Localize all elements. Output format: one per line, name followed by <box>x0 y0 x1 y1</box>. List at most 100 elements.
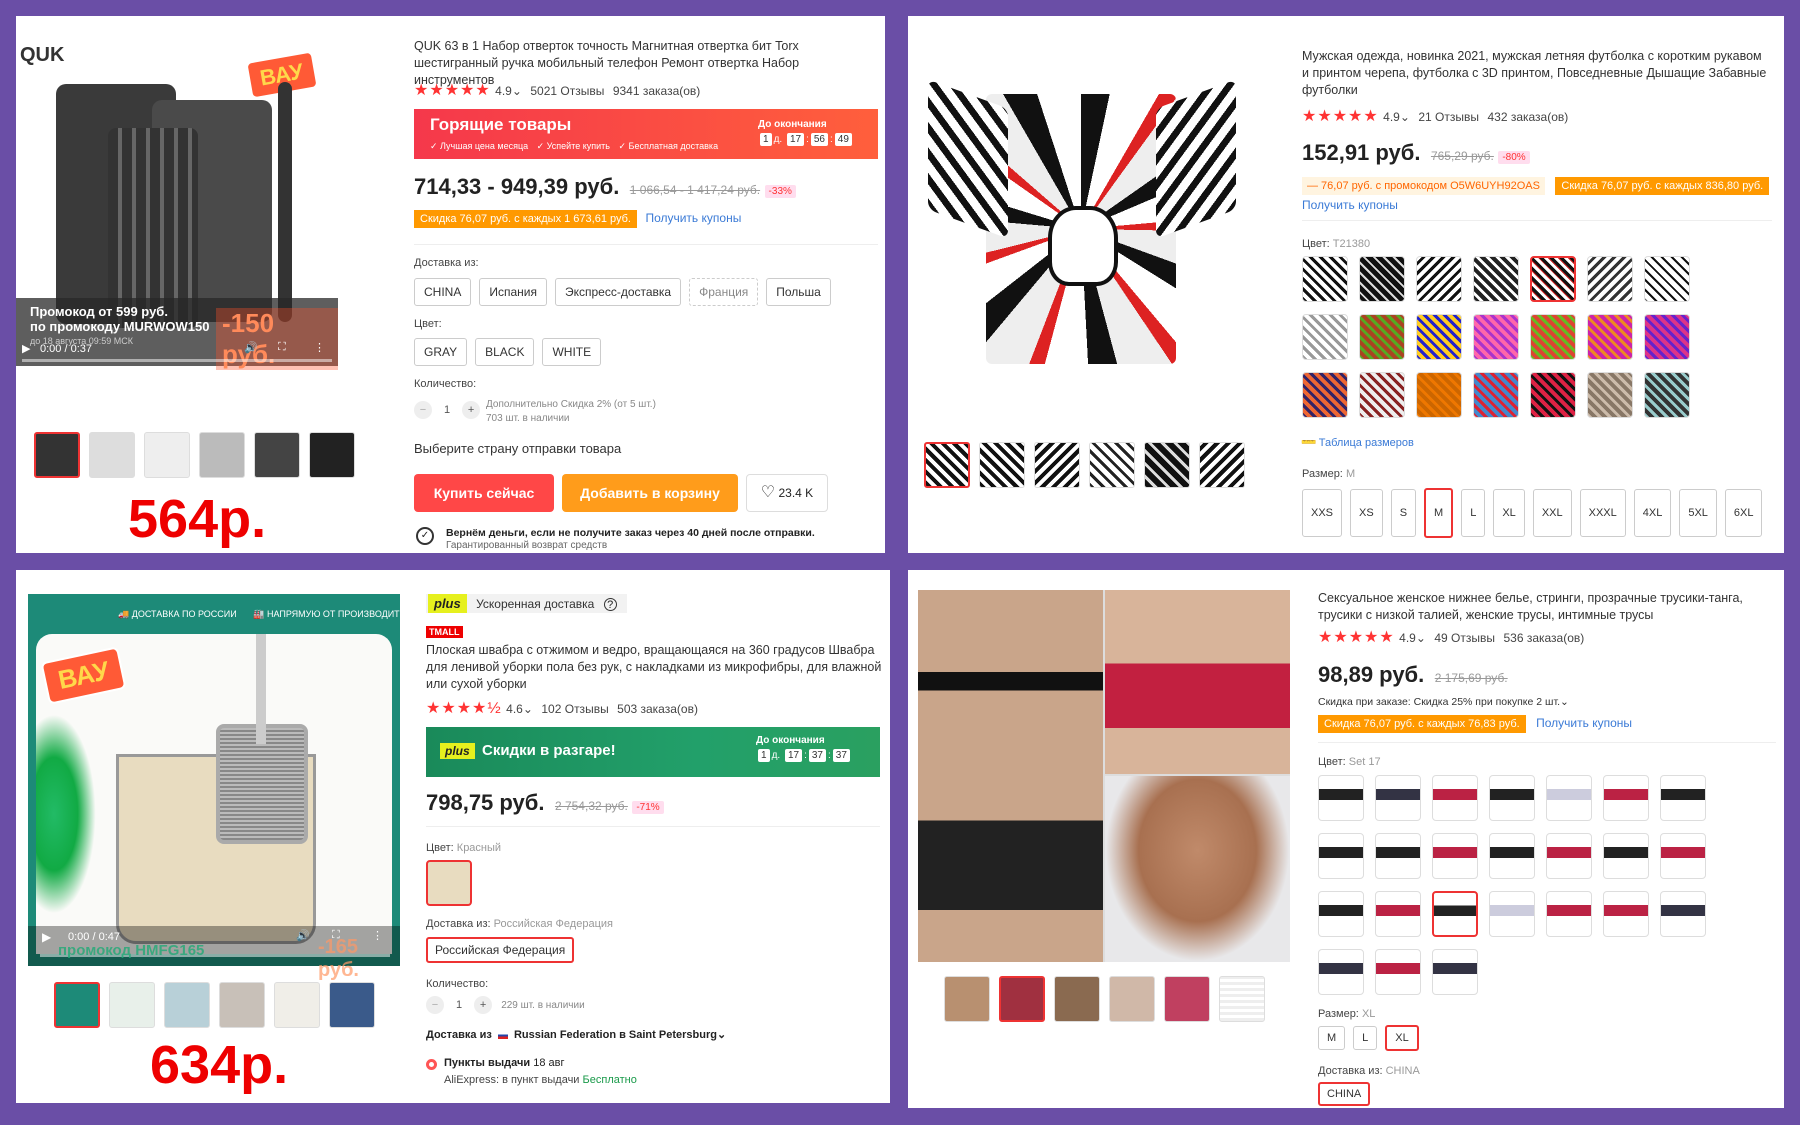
thumbnail[interactable] <box>1164 976 1210 1022</box>
color-swatch[interactable] <box>1302 256 1348 302</box>
pickup-radio-icon[interactable] <box>426 1059 437 1070</box>
get-coupons-link[interactable]: Получить купоны <box>645 211 741 225</box>
color-swatch[interactable] <box>1587 372 1633 418</box>
delivery-row[interactable]: Доставка из Russian Federation в Saint P… <box>426 1028 726 1041</box>
color-swatch[interactable] <box>1546 775 1592 821</box>
thumbnail[interactable] <box>979 442 1025 488</box>
color-swatch[interactable] <box>1302 314 1348 360</box>
color-swatch[interactable] <box>1530 314 1576 360</box>
thumbnail[interactable] <box>924 442 970 488</box>
color-swatch[interactable] <box>1359 256 1405 302</box>
color-swatch[interactable] <box>1473 372 1519 418</box>
help-icon[interactable]: ? <box>603 598 617 611</box>
play-icon[interactable]: ▶ <box>22 342 30 355</box>
color-swatch[interactable] <box>1302 372 1348 418</box>
color-swatch[interactable] <box>1416 372 1462 418</box>
color-swatch[interactable] <box>1432 949 1478 995</box>
size-option[interactable]: XL <box>1493 489 1525 537</box>
ship-option-spain[interactable]: Испания <box>479 278 547 306</box>
ship-option-express[interactable]: Экспресс-доставка <box>554 278 682 306</box>
color-swatch[interactable] <box>1660 775 1706 821</box>
color-swatch[interactable] <box>1644 372 1690 418</box>
rating-value[interactable]: 4.9 <box>1383 110 1400 124</box>
get-coupons-link[interactable]: Получить купоны <box>1302 198 1398 212</box>
volume-icon[interactable]: 🔊 <box>244 341 258 354</box>
color-swatch[interactable] <box>1416 314 1462 360</box>
thumbnail[interactable] <box>1219 976 1265 1022</box>
rating-value[interactable]: 4.9 <box>495 84 512 98</box>
thumbnail[interactable] <box>329 982 375 1028</box>
fullscreen-icon[interactable]: ⛶ <box>278 341 286 354</box>
color-swatch[interactable] <box>1416 256 1462 302</box>
color-swatch[interactable] <box>1587 314 1633 360</box>
buy-now-button[interactable]: Купить сейчас <box>414 474 554 512</box>
plus-button[interactable]: + <box>474 996 493 1014</box>
color-swatch[interactable] <box>1530 372 1576 418</box>
more-icon[interactable]: ⋮ <box>314 341 325 354</box>
ship-option-russia[interactable]: Российская Федерация <box>426 937 575 963</box>
thumbnail[interactable] <box>164 982 210 1028</box>
color-swatch[interactable] <box>426 860 472 906</box>
rating-value[interactable]: 4.6 <box>506 702 523 716</box>
ship-option-china[interactable]: CHINA <box>414 278 472 306</box>
color-swatch[interactable] <box>1530 256 1576 302</box>
play-icon[interactable]: ▶ <box>42 930 51 944</box>
color-swatch[interactable] <box>1359 314 1405 360</box>
color-swatch[interactable] <box>1375 949 1421 995</box>
size-option[interactable]: S <box>1390 489 1417 537</box>
color-swatch[interactable] <box>1660 891 1706 937</box>
add-to-cart-button[interactable]: Добавить в корзину <box>562 474 738 512</box>
color-swatch[interactable] <box>1644 314 1690 360</box>
size-option[interactable]: XXL <box>1532 489 1572 537</box>
size-option[interactable]: XS <box>1350 489 1383 537</box>
color-swatch[interactable] <box>1375 775 1421 821</box>
ship-option-france[interactable]: Франция <box>689 278 759 306</box>
color-swatch[interactable] <box>1318 833 1364 879</box>
thumbnail[interactable] <box>199 432 245 478</box>
reviews-count[interactable]: 21 Отзывы <box>1418 110 1479 124</box>
color-swatch[interactable] <box>1318 775 1364 821</box>
thumbnail[interactable] <box>109 982 155 1028</box>
quantity-value[interactable]: 1 <box>435 404 459 416</box>
thumbnail[interactable] <box>1054 976 1100 1022</box>
color-swatch[interactable] <box>1432 775 1478 821</box>
color-swatch[interactable] <box>1546 833 1592 879</box>
order-discount[interactable]: Скидка при заказе: Скидка 25% при покупк… <box>1318 696 1569 708</box>
color-option-white[interactable]: WHITE <box>542 338 602 366</box>
size-option[interactable]: XXXL <box>1579 489 1626 537</box>
reviews-count[interactable]: 49 Отзывы <box>1434 631 1495 645</box>
color-swatch[interactable] <box>1473 256 1519 302</box>
color-swatch[interactable] <box>1489 833 1535 879</box>
thumbnail[interactable] <box>54 982 100 1028</box>
volume-icon[interactable]: 🔊 <box>296 929 310 942</box>
color-swatch[interactable] <box>1587 256 1633 302</box>
color-swatch[interactable] <box>1660 833 1706 879</box>
color-swatch[interactable] <box>1603 833 1649 879</box>
thumbnail[interactable] <box>1089 442 1135 488</box>
color-swatch[interactable] <box>1432 891 1478 937</box>
product-image[interactable]: 🚚 ДОСТАВКА ПО РОССИИ 🏭 НАПРЯМУЮ ОТ ПРОИЗ… <box>28 594 466 981</box>
get-coupons-link[interactable]: Получить купоны <box>1536 716 1632 730</box>
color-swatch[interactable] <box>1375 891 1421 937</box>
rating-value[interactable]: 4.9 <box>1399 631 1416 645</box>
size-option[interactable]: 6XL <box>1724 489 1763 537</box>
color-swatch[interactable] <box>1603 775 1649 821</box>
color-swatch[interactable] <box>1375 833 1421 879</box>
size-table-link[interactable]: 📏 Таблица размеров <box>1300 434 1414 452</box>
thumbnail[interactable] <box>1034 442 1080 488</box>
product-image[interactable] <box>918 590 1290 962</box>
thumbnail[interactable] <box>89 432 135 478</box>
reviews-count[interactable]: 102 Отзывы <box>541 702 608 716</box>
thumbnail[interactable] <box>144 432 190 478</box>
plus-button[interactable]: + <box>462 401 481 419</box>
size-option[interactable]: M <box>1318 1026 1346 1050</box>
reviews-count[interactable]: 5021 Отзывы <box>530 84 604 98</box>
minus-button[interactable]: − <box>414 401 432 419</box>
color-swatch[interactable] <box>1359 372 1405 418</box>
thumbnail[interactable] <box>999 976 1045 1022</box>
promo-code-badge[interactable]: — 76,07 руб. с промокодом O5W6UYH92OAS <box>1302 177 1545 195</box>
thumbnail[interactable] <box>1199 442 1245 488</box>
size-option[interactable]: XXS <box>1302 489 1343 537</box>
video-progress[interactable] <box>22 359 332 362</box>
color-swatch[interactable] <box>1546 891 1592 937</box>
